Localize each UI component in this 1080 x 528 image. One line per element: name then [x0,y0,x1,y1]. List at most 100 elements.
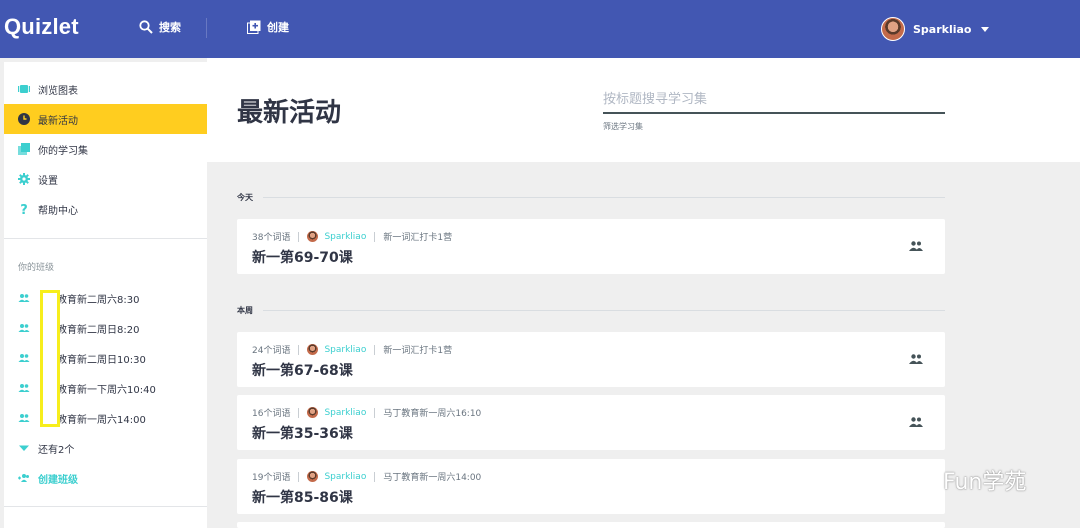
svg-text:?: ? [20,203,28,215]
card-meta: 16个词语 Sparkliao 马丁教育新一周六16:10 [252,406,481,419]
sidebar-divider [4,506,207,507]
create-button[interactable]: 创建 [247,19,289,35]
sidebar-class-item[interactable]: 教育新二周日10:30 [18,343,146,373]
create-label: 创建 [267,21,289,34]
quizlet-logo[interactable]: Quizlet [4,14,79,40]
class-label: 教育新一下周六10:40 [57,384,156,396]
sidebar-item-settings[interactable]: 设置 [4,164,207,194]
avatar [881,17,905,41]
term-count: 24个词语 [252,346,291,356]
meta-divider [298,344,300,355]
sidebar-divider [4,238,207,239]
chevron-down-icon [19,445,29,451]
search-button[interactable]: 搜索 [139,19,181,35]
sidebar-item-label: 浏览图表 [38,85,78,97]
card-title: 新一第67-68课 [252,363,353,379]
add-people-icon [18,474,29,482]
study-set-card[interactable]: 19个词语 Sparkliao 马丁教育新一周六14:00 新一第85-86课 [237,459,945,514]
clock-icon [18,113,30,125]
study-set-card[interactable]: 24个词语 Sparkliao 新一词汇打卡1营 新一第67-68课 [237,332,945,387]
help-icon: ? [20,203,28,215]
study-set-card[interactable]: 16个词语 Sparkliao 马丁教育新一周六16:10 新一第35-36课 [237,395,945,450]
class-label: 教育新二周日10:30 [57,354,146,366]
card-title: 新一第85-86课 [252,490,353,506]
search-input[interactable] [603,86,945,114]
watermark: Fun学苑 [897,464,1026,496]
meta-divider [298,231,300,242]
highlight-annotation [40,290,60,427]
sidebar: 浏览图表 最新活动 你的学习集 设置 ? 帮助中心 你的班级 教育新二周六8:3… [4,62,207,528]
more-label: 还有2个 [38,444,75,456]
author-link[interactable]: Sparkliao [324,345,366,355]
sidebar-item-label: 设置 [38,175,58,187]
sidebar-item-latest-activity[interactable]: 最新活动 [4,104,207,134]
meta-divider [298,407,300,418]
term-count: 16个词语 [252,409,291,419]
watermark-text: Fun学苑 [943,470,1027,495]
sidebar-item-label: 帮助中心 [38,205,78,217]
sidebar-class-item[interactable]: 教育新二周六8:30 [18,283,139,313]
sidebar-item-help[interactable]: ? 帮助中心 [4,194,207,224]
top-header: Quizlet 搜索 创建 Sparkliao [0,0,1080,58]
author-link[interactable]: Sparkliao [324,472,366,482]
author-link[interactable]: Sparkliao [324,408,366,418]
class-name: 新一词汇打卡1营 [383,346,453,356]
avatar [307,471,319,482]
create-class-label: 创建班级 [38,474,78,486]
group-divider [263,310,945,311]
show-more-classes[interactable]: 还有2个 [18,433,74,463]
class-label: 教育新一周六14:00 [57,414,146,426]
class-name: 马丁教育新一周六14:00 [383,473,482,483]
term-count: 19个词语 [252,473,291,483]
search-icon [139,20,153,34]
create-icon [247,20,261,34]
meta-divider [374,231,376,242]
username: Sparkliao [913,22,972,36]
author-link[interactable]: Sparkliao [324,232,366,242]
sidebar-class-item[interactable]: 教育新一下周六10:40 [18,373,156,403]
group-label-today: 今天 [237,193,253,202]
avatar [307,407,319,418]
group-divider [263,197,945,198]
meta-divider [298,471,300,482]
sidebar-class-item[interactable]: 教育新二周日8:20 [18,313,139,343]
people-icon [18,354,30,362]
class-name: 新一词汇打卡1营 [383,233,453,243]
create-class-button[interactable]: 创建班级 [18,463,78,493]
avatar [307,231,319,242]
card-meta: 19个词语 Sparkliao 马丁教育新一周六14:00 [252,470,481,483]
sidebar-class-item[interactable]: 教育新一周六14:00 [18,403,146,433]
term-count: 38个词语 [252,233,291,243]
study-set-card[interactable]: 38个词语 Sparkliao 新一词汇打卡1营 新一第69-70课 [237,219,945,274]
people-icon [909,241,923,251]
classes-heading: 你的班级 [18,263,55,273]
page-title: 最新活动 [237,98,342,128]
class-name: 马丁教育新一周六16:10 [383,409,482,419]
people-icon [909,354,923,364]
people-icon [18,324,30,332]
card-title: 新一第35-36课 [252,426,353,442]
cards-icon [18,85,30,93]
card-meta: 24个词语 Sparkliao 新一词汇打卡1营 [252,343,452,356]
sidebar-item-browse[interactable]: 浏览图表 [4,74,207,104]
meta-divider [374,407,376,418]
filter-label: 筛选学习集 [603,122,643,131]
card-meta: 38个词语 Sparkliao 新一词汇打卡1营 [252,230,452,243]
gear-icon [18,173,30,185]
search-label: 搜索 [159,21,181,34]
group-label-this-week: 本周 [237,306,253,315]
meta-divider [374,344,376,355]
study-set-card[interactable] [237,522,945,528]
people-icon [18,294,30,302]
meta-divider [374,471,376,482]
avatar [307,344,319,355]
wechat-icon [898,467,935,492]
user-menu[interactable]: Sparkliao [881,17,990,41]
sets-icon [18,143,30,155]
chevron-down-icon [981,26,990,32]
sidebar-item-your-sets[interactable]: 你的学习集 [4,134,207,164]
header-divider [206,18,207,38]
class-label: 教育新二周日8:20 [57,324,140,336]
sidebar-item-label: 最新活动 [38,115,78,127]
people-icon [18,384,30,392]
